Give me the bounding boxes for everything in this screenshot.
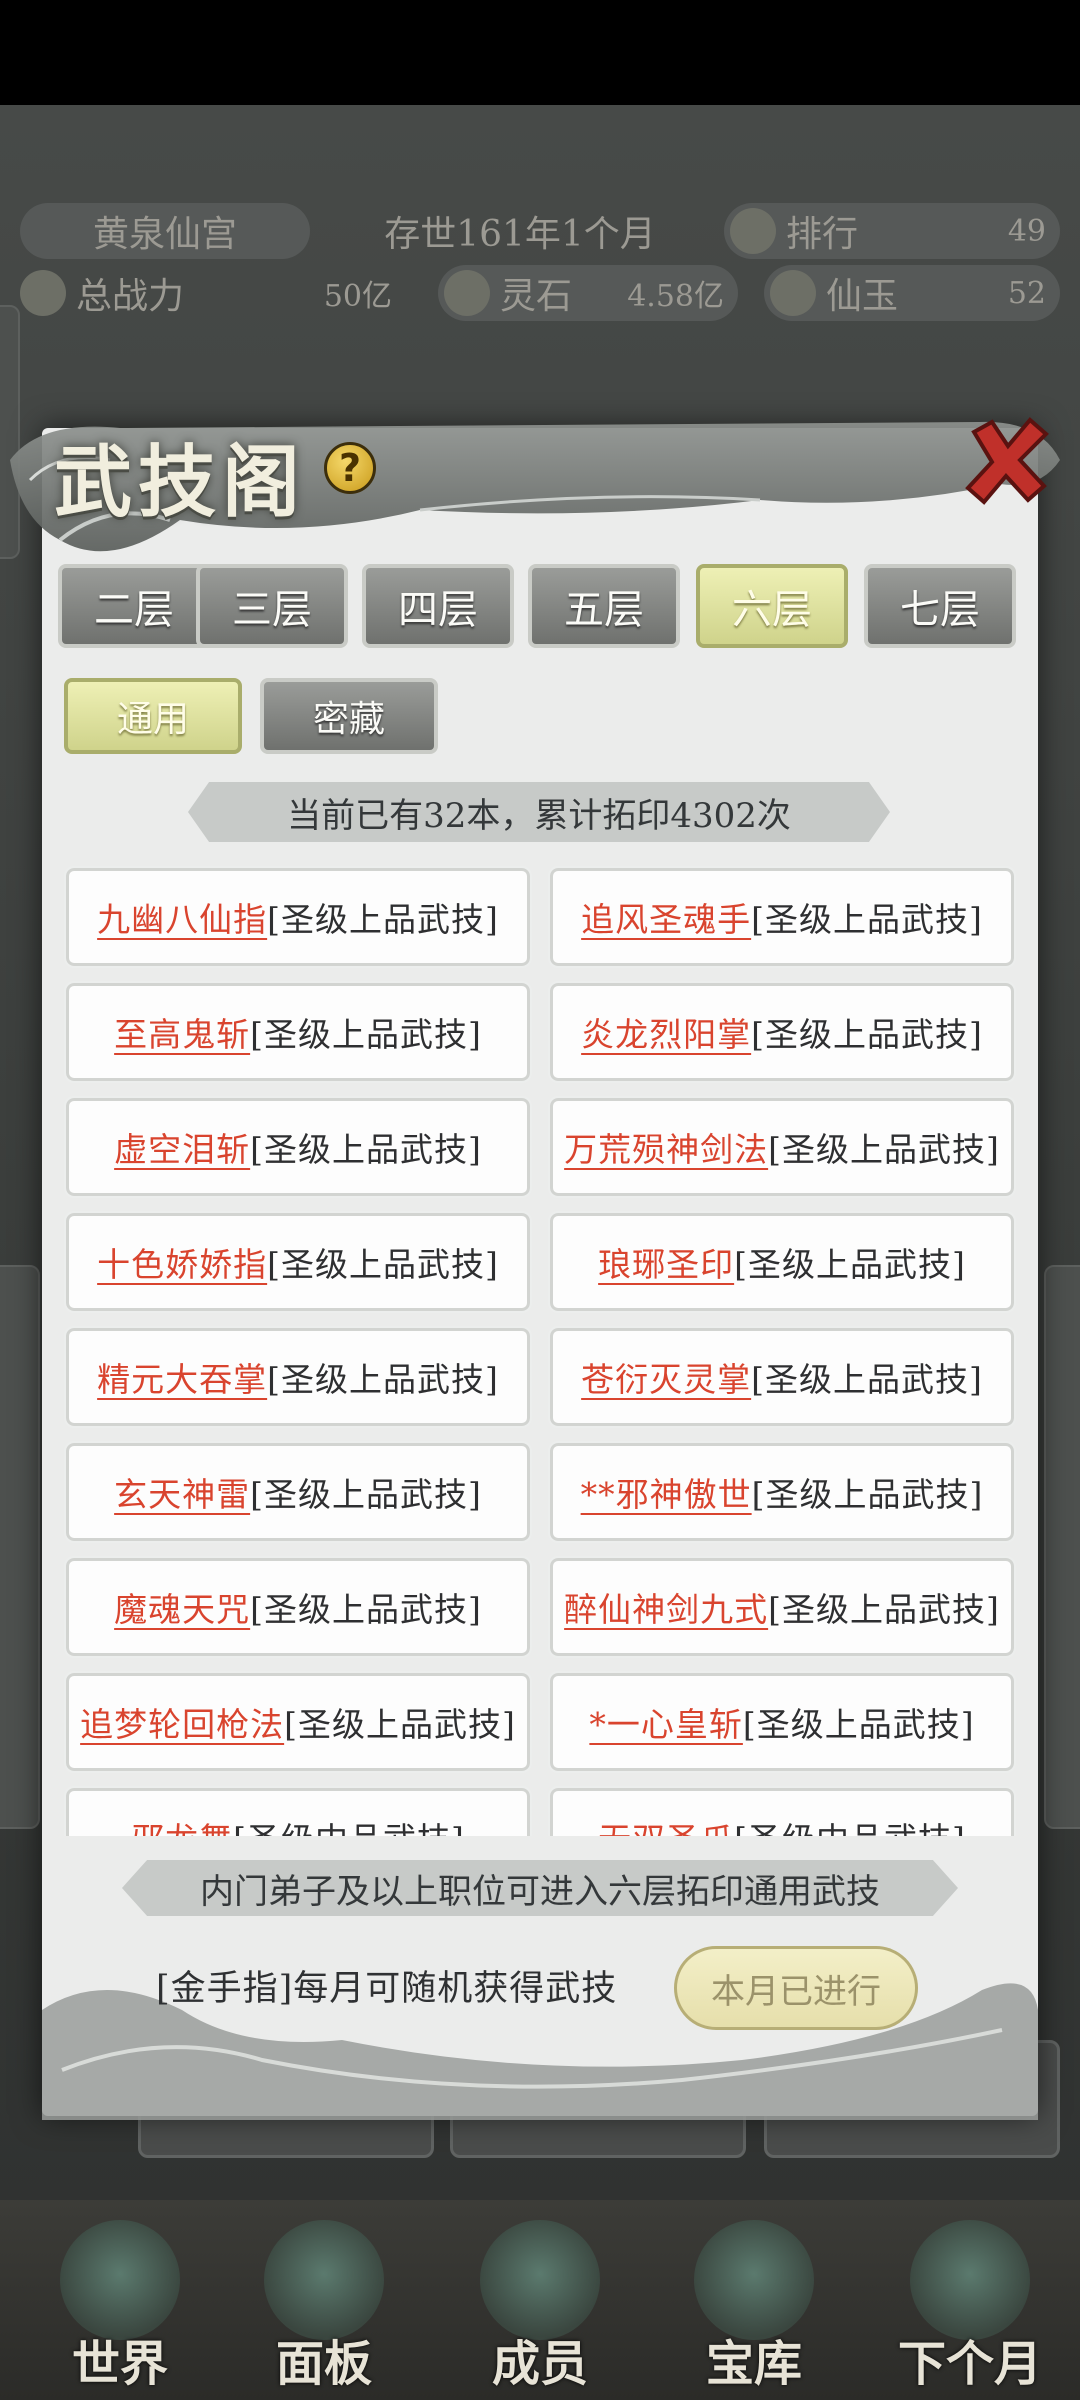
spirit-stone-pill[interactable]: 灵石 4.58亿 — [438, 265, 738, 321]
skill-card[interactable]: 十色娇娇指 [圣级上品武技] — [64, 1211, 532, 1313]
members-icon — [480, 2220, 600, 2340]
nav-members[interactable]: 成员 — [440, 2200, 640, 2400]
skill-grade: [圣级上品武技] — [267, 1245, 499, 1284]
skill-card[interactable]: 追梦轮回枪法 [圣级上品武技] — [64, 1671, 532, 1773]
skill-grade: [圣级上品武技] — [250, 1475, 482, 1514]
skill-card[interactable]: 追风圣魂手 [圣级上品武技] — [548, 866, 1016, 968]
tab-floor-5[interactable]: 五层 — [528, 564, 680, 648]
skill-name-link[interactable]: **邪神傲世 — [581, 1468, 752, 1516]
skill-grade: [圣级上品武技] — [768, 1130, 1000, 1169]
spirit-stone-icon — [444, 270, 490, 316]
skill-grade: [圣级上品武技] — [267, 1360, 499, 1399]
skill-card[interactable]: 精元大吞掌 [圣级上品武技] — [64, 1326, 532, 1428]
skill-card[interactable]: 魔魂天咒 [圣级上品武技] — [64, 1556, 532, 1658]
skill-name-link[interactable]: 万荒殒神剑法 — [564, 1123, 768, 1171]
nav-panel[interactable]: 面板 — [224, 2200, 424, 2400]
close-icon[interactable] — [956, 410, 1056, 510]
skill-name-link[interactable]: 精元大吞掌 — [97, 1353, 267, 1401]
skill-card[interactable]: 万荒殒神剑法 [圣级上品武技] — [548, 1096, 1016, 1198]
skill-grade: [圣级上品武技] — [267, 900, 499, 939]
skill-grade: [圣级上品武技] — [751, 1360, 983, 1399]
skill-grade: [圣级上品武技] — [734, 1245, 966, 1284]
skill-card[interactable]: 琅琊圣印 [圣级上品武技] — [548, 1211, 1016, 1313]
skill-name-link[interactable]: 无双圣爪 — [598, 1813, 734, 1836]
skill-grade: [圣级上品武技] — [742, 1705, 975, 1744]
access-requirement: 内门弟子及以上职位可进入六层拓印通用武技 — [122, 1860, 958, 1916]
status-bar — [0, 0, 1080, 105]
skill-name-link[interactable]: 醉仙神剑九式 — [564, 1583, 768, 1631]
tab-floor-7[interactable]: 七层 — [864, 564, 1016, 648]
skill-grade: [圣级上品武技] — [768, 1590, 1000, 1629]
tab-floor-6[interactable]: 六层 — [696, 564, 848, 648]
skill-name-link[interactable]: 追风圣魂手 — [581, 893, 751, 941]
skill-card[interactable]: *一心皇斩 [圣级上品武技] — [548, 1671, 1016, 1773]
skill-card[interactable]: 九幽八仙指 [圣级上品武技] — [64, 866, 532, 968]
skill-grade: [圣级中品武技] — [233, 1813, 465, 1836]
collection-summary: 当前已有32本，累计拓印4302次 — [188, 782, 890, 842]
tab-general[interactable]: 通用 — [64, 678, 242, 754]
world-icon — [60, 2220, 180, 2340]
nav-next-month[interactable]: 下个月 — [870, 2200, 1070, 2400]
skill-card[interactable]: 炎龙烈阳掌 [圣级上品武技] — [548, 981, 1016, 1083]
sect-name: 黄泉仙宫 — [20, 203, 310, 259]
skill-card[interactable]: 邪龙舞[圣级中品武技] — [64, 1786, 532, 1836]
rank-pill[interactable]: 排行 49 — [724, 203, 1060, 259]
panel-icon — [264, 2220, 384, 2340]
skill-grade: [圣级上品武技] — [250, 1130, 482, 1169]
tab-floor-4[interactable]: 四层 — [362, 564, 514, 648]
rank-icon — [730, 208, 776, 254]
skill-grade: [圣级上品武技] — [250, 1590, 482, 1629]
skill-name-link[interactable]: *一心皇斩 — [589, 1698, 743, 1746]
treasury-icon — [694, 2220, 814, 2340]
skill-grade: [圣级上品武技] — [751, 1475, 984, 1514]
skill-name-link[interactable]: 九幽八仙指 — [97, 893, 267, 941]
power-pill: 总战力 50亿 — [14, 265, 406, 321]
skill-card[interactable]: 醉仙神剑九式 [圣级上品武技] — [548, 1556, 1016, 1658]
skill-name-link[interactable]: 追梦轮回枪法 — [80, 1698, 284, 1746]
nav-world[interactable]: 世界 — [20, 2200, 220, 2400]
skill-card[interactable]: 玄天神雷 [圣级上品武技] — [64, 1441, 532, 1543]
tab-floor-3[interactable]: 三层 — [196, 564, 348, 648]
skill-card[interactable]: 无双圣爪[圣级中品武技] — [548, 1786, 1016, 1836]
skill-name-link[interactable]: 魔魂天咒 — [114, 1583, 250, 1631]
skill-name-link[interactable]: 玄天神雷 — [114, 1468, 250, 1516]
nav-treasury[interactable]: 宝库 — [654, 2200, 854, 2400]
goldfinger-description: [金手指]每月可随机获得武技 — [156, 1969, 618, 2009]
jade-pill[interactable]: 仙玉 52 — [764, 265, 1060, 321]
skill-name-link[interactable]: 至高鬼斩 — [114, 1008, 250, 1056]
dialog-title: 武技阁 — [54, 437, 307, 528]
skill-grade: [圣级上品武技] — [751, 1015, 983, 1054]
skill-name-link[interactable]: 炎龙烈阳掌 — [581, 1008, 751, 1056]
skill-card[interactable]: 苍衍灭灵掌 [圣级上品武技] — [548, 1326, 1016, 1428]
skill-grade: [圣级上品武技] — [751, 900, 983, 939]
tab-floor-2[interactable]: 二层 — [58, 564, 210, 648]
jade-icon — [770, 270, 816, 316]
help-icon[interactable]: ? — [324, 442, 376, 494]
skill-grade: [圣级上品武技] — [284, 1705, 516, 1744]
survival-time: 存世161年1个月 — [384, 214, 656, 255]
power-icon — [20, 270, 66, 316]
skill-name-link[interactable]: 虚空泪斩 — [114, 1123, 250, 1171]
skill-card[interactable]: **邪神傲世 [圣级上品武技] — [548, 1441, 1016, 1543]
skill-name-link[interactable]: 邪龙舞 — [131, 1813, 233, 1836]
skill-grade: [圣级中品武技] — [734, 1813, 966, 1836]
skill-name-link[interactable]: 琅琊圣印 — [598, 1238, 734, 1286]
tab-secret[interactable]: 密藏 — [260, 678, 438, 754]
skill-grade: [圣级上品武技] — [250, 1015, 482, 1054]
skill-card[interactable]: 至高鬼斩 [圣级上品武技] — [64, 981, 532, 1083]
next-month-icon — [910, 2220, 1030, 2340]
right-panel-edge — [1044, 1265, 1080, 1829]
skill-card[interactable]: 虚空泪斩 [圣级上品武技] — [64, 1096, 532, 1198]
bottom-nav: 世界 面板 成员 宝库 下个月 — [0, 2200, 1080, 2400]
skill-list[interactable]: 九幽八仙指 [圣级上品武技] 追风圣魂手 [圣级上品武技] 至高鬼斩 [圣级上品武技] 炎龙… — [42, 860, 1038, 1836]
skill-name-link[interactable]: 十色娇娇指 — [97, 1238, 267, 1286]
skill-name-link[interactable]: 苍衍灭灵掌 — [581, 1353, 751, 1401]
monthly-done-button[interactable]: 本月已进行 — [674, 1946, 918, 2030]
left-panel-edge — [0, 1265, 40, 1829]
